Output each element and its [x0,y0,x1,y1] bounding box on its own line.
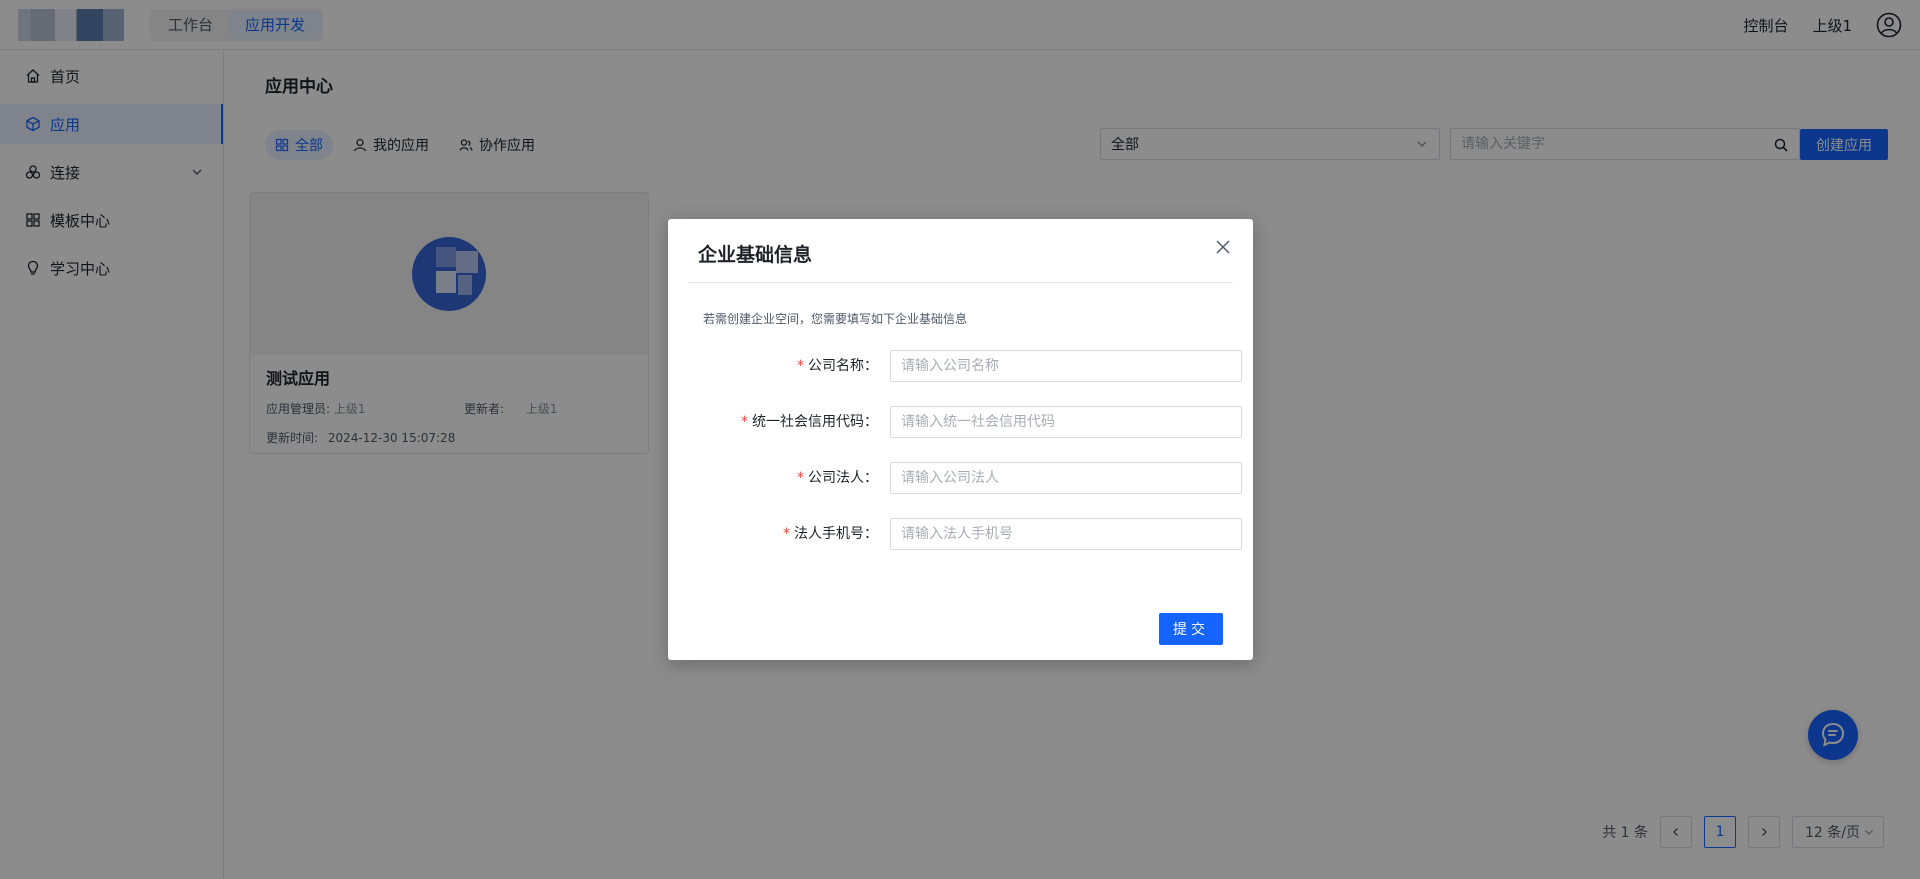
form-row-company-name: * 公司名称： [688,350,1242,382]
form-row-legal-person: * 公司法人： [688,462,1242,494]
legal-person-input[interactable] [890,462,1242,494]
credit-code-input[interactable] [890,406,1242,438]
required-mark: * [797,470,804,486]
form-row-legal-phone: * 法人手机号： [688,518,1242,550]
required-mark: * [797,358,804,374]
modal-title: 企业基础信息 [698,244,813,266]
modal-tip: 若需创建企业空间，您需要填写如下企业基础信息 [703,312,968,326]
modal-divider [688,282,1233,283]
credit-code-label: * 统一社会信用代码： [741,414,878,430]
company-name-label: * 公司名称： [797,358,878,374]
enterprise-info-modal: 企业基础信息 若需创建企业空间，您需要填写如下企业基础信息 *公司名称： *统一… [668,219,1253,660]
legal-person-label: * 公司法人： [797,470,878,486]
close-icon[interactable] [1213,237,1233,257]
required-mark: * [783,526,790,542]
submit-button[interactable]: 提交 [1159,613,1223,645]
legal-phone-input[interactable] [890,518,1242,550]
legal-phone-label: * 法人手机号： [783,526,878,542]
company-name-input[interactable] [890,350,1242,382]
form-row-credit-code: * 统一社会信用代码： [688,406,1242,438]
required-mark: * [741,414,748,430]
